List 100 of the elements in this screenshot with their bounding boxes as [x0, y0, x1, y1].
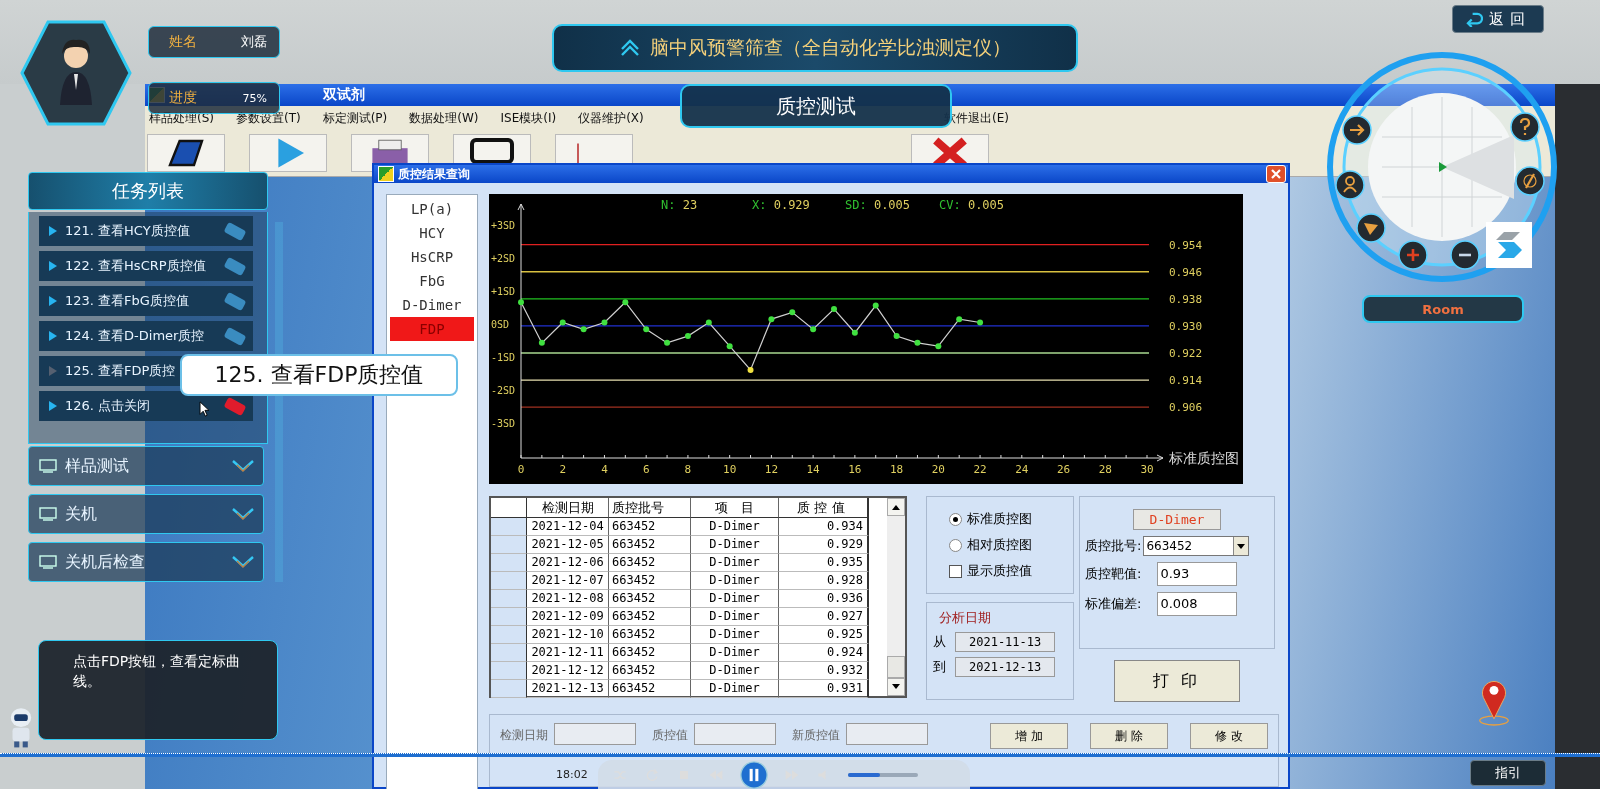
data-point — [872, 302, 879, 309]
table-cell: 2021-12-09 — [527, 608, 609, 626]
input-field[interactable] — [694, 723, 776, 745]
sd-label: +2SD — [491, 253, 516, 264]
radio-button[interactable] — [949, 538, 962, 552]
row-header — [491, 572, 527, 590]
data-point — [831, 306, 837, 312]
action-button[interactable]: 增 加 — [990, 723, 1068, 749]
input-field[interactable]: 0.008 — [1157, 592, 1238, 616]
list-item[interactable]: HCY — [390, 221, 474, 245]
menu-item[interactable]: 标定测试(P) — [322, 109, 388, 127]
section-header[interactable]: 样品测试 — [28, 446, 264, 486]
task-label: 123. 查看FbG质控值 — [65, 292, 189, 310]
field-label: 质控批号: — [1085, 537, 1142, 555]
guide-button[interactable]: 指引 — [1470, 760, 1546, 786]
table-cell: 663452 — [609, 554, 691, 572]
print-button[interactable]: 打 印 — [1114, 660, 1240, 702]
x-tick-label: 18 — [889, 463, 904, 476]
table-cell: 2021-12-10 — [527, 626, 609, 644]
x-tick-label: 8 — [684, 463, 692, 476]
data-point — [893, 333, 900, 340]
arrow-right-icon[interactable] — [1342, 115, 1372, 145]
table-cell: 0.928 — [779, 572, 869, 590]
section-label: 关机后检查 — [65, 551, 146, 573]
y-tick-label: 0.938 — [1169, 292, 1203, 306]
menu-item[interactable]: 数据处理(W) — [409, 109, 479, 127]
y-tick-label: 0.914 — [1169, 374, 1203, 388]
x-tick-label: 22 — [973, 463, 987, 476]
task-item[interactable]: 121. 查看HCY质控值 — [39, 216, 253, 246]
menu-item[interactable]: 仪器维护(X) — [578, 109, 644, 127]
radio-button[interactable] — [949, 512, 962, 526]
list-item[interactable]: D-Dimer — [390, 293, 474, 317]
return-icon — [1465, 11, 1483, 27]
radio-option[interactable]: 相对质控图 — [949, 536, 1073, 554]
chevron-down-icon — [231, 459, 255, 473]
data-point — [538, 339, 545, 346]
section-label: 样品测试 — [65, 455, 130, 477]
table-cell: 2021-12-13 — [527, 680, 609, 698]
scroll-thumb[interactable] — [887, 656, 905, 678]
zoom-out-icon[interactable] — [1450, 240, 1480, 270]
task-label: 126. 点击关闭 — [65, 397, 151, 415]
chevron-up-icon — [619, 39, 640, 57]
task-item[interactable]: 126. 点击关闭 — [39, 391, 253, 421]
app-icon — [378, 166, 394, 182]
date-field[interactable]: 2021-11-13 — [955, 632, 1056, 652]
table-cell: D-Dimer — [691, 590, 779, 608]
input-field[interactable] — [846, 723, 928, 745]
x-tick-label: 30 — [1140, 463, 1154, 476]
list-item[interactable]: FbG — [390, 269, 474, 293]
sd-label: +3SD — [491, 220, 516, 231]
checkbox[interactable] — [949, 564, 962, 578]
x-tick-label: 24 — [1015, 463, 1029, 476]
table-cell: 2021-12-04 — [527, 518, 609, 536]
volume-slider[interactable] — [848, 772, 918, 777]
task-item[interactable]: 122. 查看HsCRP质控值 — [39, 251, 253, 281]
table-cell: 0.931 — [779, 680, 869, 698]
x-tick-label: 28 — [1098, 463, 1112, 476]
data-point — [643, 326, 650, 333]
input-field[interactable] — [554, 723, 636, 745]
input-field[interactable]: 0.93 — [1157, 562, 1238, 586]
list-item[interactable]: LP(a) — [390, 197, 474, 221]
y-tick-label: 0.946 — [1169, 265, 1203, 279]
data-point — [810, 326, 817, 333]
zoom-in-icon[interactable] — [1398, 240, 1428, 270]
action-button[interactable]: 删 除 — [1090, 723, 1168, 749]
close-button[interactable] — [1266, 165, 1286, 183]
y-tick-label: 0.930 — [1169, 319, 1203, 333]
menu-item[interactable]: ISE模块(I) — [500, 109, 557, 127]
table-cell: 0.932 — [779, 662, 869, 680]
checkbox-option[interactable]: 显示质控值 — [949, 562, 1073, 580]
progress-value: 75% — [242, 91, 267, 105]
sd-label: -1SD — [491, 352, 516, 363]
lot-dropdown[interactable]: 663452 — [1143, 536, 1250, 556]
scroll-up-icon[interactable] — [887, 498, 905, 516]
person-icon[interactable] — [1335, 170, 1365, 200]
date-field[interactable]: 2021-12-13 — [955, 657, 1056, 677]
row-header — [491, 590, 527, 608]
section-header[interactable]: 关机 — [28, 494, 264, 534]
row-header — [491, 518, 527, 536]
scrollbar[interactable] — [887, 498, 905, 696]
column-header: 质 控 值 — [779, 498, 869, 518]
task-item[interactable]: 124. 查看D-Dimer质控 — [39, 321, 253, 351]
back-button[interactable]: 返回 — [1452, 5, 1544, 33]
app-logo-icon[interactable] — [1486, 222, 1532, 268]
x-tick-label: 26 — [1056, 463, 1071, 476]
monitor-icon — [39, 507, 57, 521]
action-button[interactable]: 修 改 — [1190, 723, 1268, 749]
window-title: 双试剂 — [323, 86, 365, 104]
task-item[interactable]: 123. 查看FbG质控值 — [39, 286, 253, 316]
x-tick-label: 16 — [848, 463, 862, 476]
list-item[interactable]: HsCRP — [390, 245, 474, 269]
scroll-down-icon[interactable] — [887, 678, 905, 696]
section-header[interactable]: 关机后检查 — [28, 542, 264, 582]
field-label: 新质控值 — [792, 727, 840, 744]
x-tick-label: 14 — [806, 463, 820, 476]
pause-icon[interactable] — [740, 760, 768, 789]
question-icon[interactable] — [1510, 112, 1540, 142]
radio-option[interactable]: 标准质控图 — [949, 510, 1073, 528]
x-tick-label: 20 — [931, 463, 945, 476]
table-cell: 2021-12-07 — [527, 572, 609, 590]
